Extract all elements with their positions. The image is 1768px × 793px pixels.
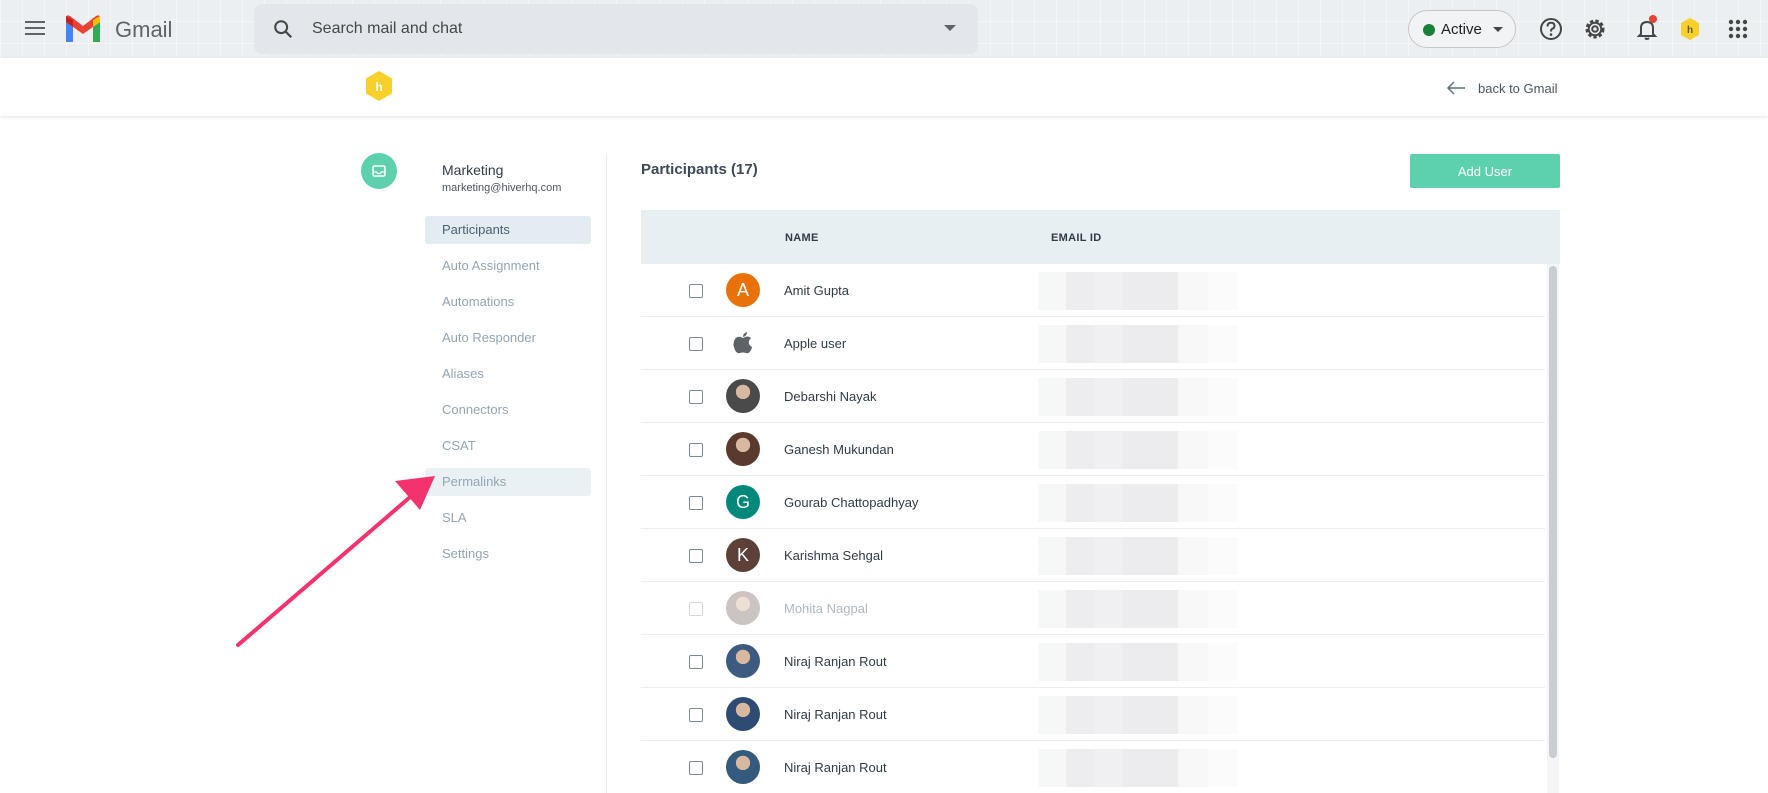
notifications-bell-icon[interactable] [1633, 15, 1661, 43]
nav-item-participants[interactable]: Participants [425, 216, 591, 244]
participant-email-redacted [1038, 696, 1238, 734]
nav-item-connectors[interactable]: Connectors [425, 396, 591, 424]
nav-item-sla[interactable]: SLA [425, 504, 591, 532]
back-to-gmail-label: back to Gmail [1478, 80, 1558, 96]
participants-table: NAME EMAIL ID A Amit Gupta Apple user Debar… [641, 210, 1560, 793]
participant-name: Ganesh Mukundan [784, 442, 894, 457]
chevron-down-icon [1493, 27, 1503, 32]
row-checkbox[interactable] [689, 708, 703, 722]
participant-email-redacted [1038, 431, 1238, 469]
participant-email-redacted [1038, 484, 1238, 522]
table-row[interactable]: A Amit Gupta [641, 264, 1545, 317]
participant-name: Niraj Ranjan Rout [784, 707, 887, 722]
svg-text:h: h [1687, 25, 1693, 36]
panel-divider [606, 153, 607, 793]
add-user-button[interactable]: Add User [1410, 154, 1560, 188]
search-input[interactable]: Search mail and chat [312, 20, 462, 38]
status-dot [1423, 24, 1435, 36]
table-row[interactable]: K Karishma Sehgal [641, 529, 1545, 582]
participant-name: Gourab Chattopadhyay [784, 495, 919, 510]
search-bar[interactable]: Search mail and chat [254, 4, 978, 54]
main-menu-icon[interactable] [22, 17, 48, 41]
nav-item-permalinks[interactable]: Permalinks [425, 468, 591, 496]
participant-email-redacted [1038, 643, 1238, 681]
table-row[interactable]: Ganesh Mukundan [641, 423, 1545, 476]
gmail-logo-icon[interactable] [64, 14, 102, 44]
search-options-icon[interactable] [944, 25, 956, 31]
avatar [726, 591, 760, 625]
participants-title: Participants (17) [641, 161, 758, 178]
nav-item-settings[interactable]: Settings [425, 540, 591, 568]
table-body: A Amit Gupta Apple user Debarshi Nayak Ganes… [641, 264, 1560, 793]
participant-name: Debarshi Nayak [784, 389, 877, 404]
column-header-email: EMAIL ID [1051, 232, 1102, 244]
notification-badge [1649, 15, 1657, 23]
hiver-header: h back to Gmail [0, 58, 1768, 116]
nav-item-auto-responder[interactable]: Auto Responder [425, 324, 591, 352]
hiver-logo-icon[interactable]: h [365, 70, 393, 102]
avatar: A [726, 273, 760, 307]
row-checkbox[interactable] [689, 443, 703, 457]
hiver-extension-icon[interactable]: h [1676, 15, 1704, 43]
participant-name: Niraj Ranjan Rout [784, 760, 887, 775]
participant-email-redacted [1038, 378, 1238, 416]
table-row[interactable]: Mohita Nagpal [641, 582, 1545, 635]
participant-name: Mohita Nagpal [784, 601, 868, 616]
svg-text:h: h [375, 80, 382, 94]
help-icon[interactable] [1537, 15, 1565, 43]
search-icon[interactable] [272, 18, 294, 40]
participant-email-redacted [1038, 325, 1238, 363]
row-checkbox[interactable] [689, 284, 703, 298]
avatar [726, 432, 760, 466]
apps-grid-icon[interactable] [1724, 15, 1752, 43]
table-row[interactable]: Niraj Ranjan Rout [641, 688, 1545, 741]
settings-nav: Participants Auto Assignment Automations… [425, 216, 591, 576]
table-row[interactable]: Niraj Ranjan Rout [641, 635, 1545, 688]
back-to-gmail-link[interactable]: back to Gmail [1446, 76, 1557, 100]
avatar: G [726, 485, 760, 519]
shared-inbox-icon [361, 153, 397, 189]
column-header-name: NAME [785, 232, 819, 244]
participant-email-redacted [1038, 272, 1238, 310]
participant-name: Apple user [784, 336, 847, 351]
participant-email-redacted [1038, 537, 1238, 575]
row-checkbox[interactable] [689, 761, 703, 775]
row-checkbox[interactable] [689, 655, 703, 669]
gmail-wordmark: Gmail [115, 17, 173, 42]
row-checkbox[interactable] [689, 496, 703, 510]
table-row[interactable]: G Gourab Chattopadhyay [641, 476, 1545, 529]
participant-name: Karishma Sehgal [784, 548, 883, 563]
avatar [726, 644, 760, 678]
status-label: Active [1441, 21, 1482, 38]
row-checkbox[interactable] [689, 549, 703, 563]
arrow-left-icon [1446, 81, 1465, 95]
group-email: marketing@hiverhq.com [442, 182, 562, 194]
avatar [726, 379, 760, 413]
table-header: NAME EMAIL ID [641, 210, 1560, 264]
row-checkbox[interactable] [689, 337, 703, 351]
table-row[interactable]: Apple user [641, 317, 1545, 370]
nav-item-automations[interactable]: Automations [425, 288, 591, 316]
nav-item-auto-assignment[interactable]: Auto Assignment [425, 252, 591, 280]
settings-gear-icon[interactable] [1581, 15, 1609, 43]
table-row[interactable]: Niraj Ranjan Rout [641, 741, 1545, 793]
avatar: K [726, 538, 760, 572]
table-row[interactable]: Debarshi Nayak [641, 370, 1545, 423]
participant-name: Amit Gupta [784, 283, 850, 298]
avatar [726, 697, 760, 731]
nav-item-aliases[interactable]: Aliases [425, 360, 591, 388]
row-checkbox[interactable] [689, 390, 703, 404]
gmail-top-bar: Gmail Search mail and chat Active h [0, 0, 1768, 58]
participant-name: Niraj Ranjan Rout [784, 654, 887, 669]
status-selector[interactable]: Active [1408, 10, 1516, 48]
group-name: Marketing [442, 162, 504, 178]
participant-email-redacted [1038, 590, 1238, 628]
avatar [726, 750, 760, 784]
participant-email-redacted [1038, 749, 1238, 787]
row-checkbox[interactable] [689, 602, 703, 616]
apple-icon [726, 326, 760, 360]
nav-item-csat[interactable]: CSAT [425, 432, 591, 460]
